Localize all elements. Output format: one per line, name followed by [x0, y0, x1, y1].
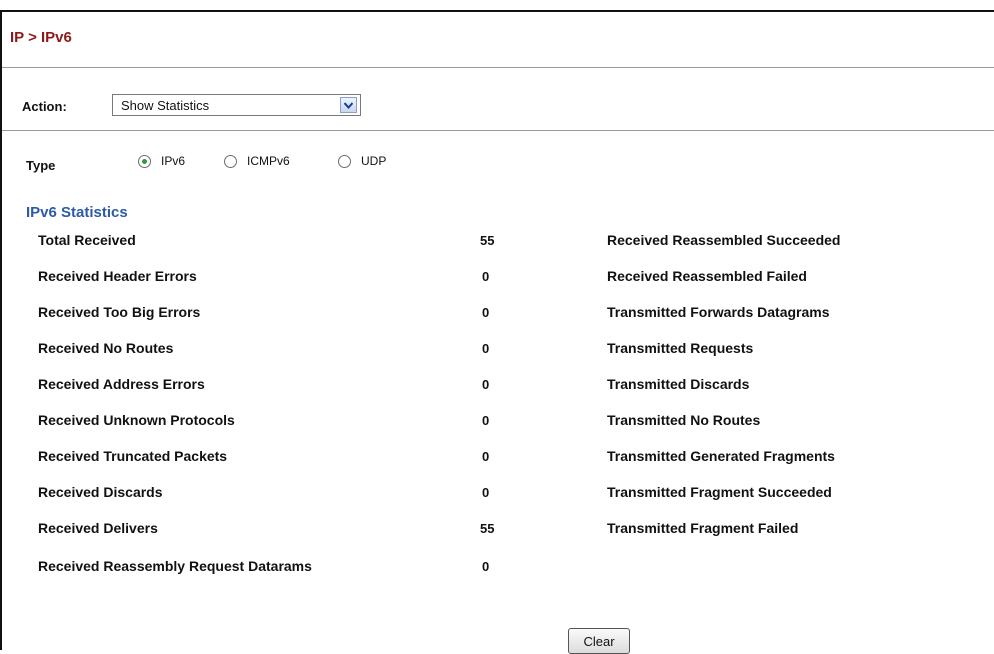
stat-value: 0	[482, 341, 490, 356]
stat-label: Received Delivers	[38, 520, 158, 536]
radio-selected-icon[interactable]	[138, 154, 151, 168]
action-select[interactable]: Show Statistics	[112, 94, 361, 116]
stat-value: 55	[480, 521, 495, 536]
action-select-value: Show Statistics	[121, 98, 210, 113]
action-label: Action:	[22, 99, 67, 114]
stat-label: Transmitted No Routes	[607, 412, 761, 428]
type-radio-label: UDP	[361, 154, 387, 168]
stat-value: 0	[482, 377, 490, 392]
clear-button[interactable]: Clear	[568, 628, 630, 654]
stat-value: 0	[482, 449, 490, 464]
radio-unselected-icon[interactable]	[224, 154, 237, 168]
stat-value: 0	[482, 269, 490, 284]
stat-label: Received Address Errors	[38, 376, 205, 392]
type-label: Type	[26, 158, 56, 173]
stat-label: Transmitted Forwards Datagrams	[607, 304, 830, 320]
stat-value: 0	[482, 559, 490, 574]
stat-value: 55	[480, 233, 495, 248]
stat-label: Received No Routes	[38, 340, 174, 356]
stat-label: Received Header Errors	[38, 268, 197, 284]
stat-label: Received Discards	[38, 484, 163, 500]
type-radio-icmpv6[interactable]: ICMPv6	[224, 154, 290, 168]
radio-unselected-icon[interactable]	[338, 154, 351, 168]
stat-label: Transmitted Requests	[607, 340, 754, 356]
breadcrumb: IP > IPv6	[10, 29, 72, 46]
stat-label: Transmitted Discards	[607, 376, 750, 392]
chevron-down-icon[interactable]	[340, 97, 357, 113]
stat-value: 0	[482, 413, 490, 428]
stat-value: 0	[482, 485, 490, 500]
action-divider	[2, 130, 994, 131]
type-radio-label: ICMPv6	[247, 154, 290, 168]
type-radio-ipv6[interactable]: IPv6	[138, 154, 185, 168]
stat-label: Received Reassembled Succeeded	[607, 232, 841, 248]
stat-value: 0	[482, 305, 490, 320]
stat-label: Total Received	[38, 232, 136, 248]
stat-label: Received Reassembly Request Datarams	[38, 558, 312, 574]
stat-label: Received Unknown Protocols	[38, 412, 235, 428]
section-title: IPv6 Statistics	[26, 204, 128, 221]
stat-label: Received Too Big Errors	[38, 304, 201, 320]
page-frame: IP > IPv6 Action: Show Statistics Type I…	[0, 10, 994, 654]
stat-label: Received Reassembled Failed	[607, 268, 807, 284]
stat-label: Transmitted Fragment Failed	[607, 520, 799, 536]
stat-label: Received Truncated Packets	[38, 448, 228, 464]
header-divider	[2, 67, 994, 68]
stat-label: Transmitted Generated Fragments	[607, 448, 835, 464]
type-radio-udp[interactable]: UDP	[338, 154, 386, 168]
stat-label: Transmitted Fragment Succeeded	[607, 484, 832, 500]
type-radio-label: IPv6	[161, 154, 186, 168]
